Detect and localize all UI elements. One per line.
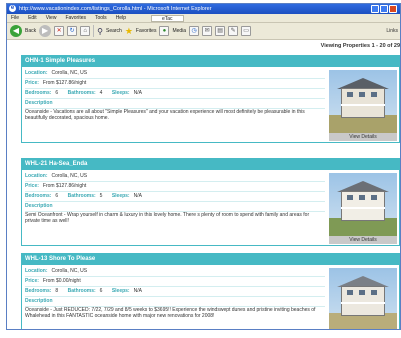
page-content: Viewing Properties 1 - 20 of 29 OHN-1 Si… bbox=[7, 41, 400, 329]
address-tag[interactable]: eTac bbox=[150, 15, 184, 22]
window-controls bbox=[371, 5, 397, 13]
description-text: Semi Oceanfront - Wrap yourself in charm… bbox=[25, 212, 310, 224]
bathrooms-label: Bathrooms: bbox=[67, 90, 96, 96]
sleeps-label: Sleeps: bbox=[111, 90, 130, 96]
ie-logo-icon: e bbox=[9, 5, 16, 12]
maximize-icon[interactable] bbox=[380, 5, 388, 13]
menu-edit[interactable]: Edit bbox=[28, 14, 37, 22]
sleeps-value: N/A bbox=[133, 193, 142, 199]
location-value: Corolla, NC, US bbox=[51, 268, 88, 274]
media-button[interactable]: Media bbox=[172, 28, 186, 34]
sleeps-value: N/A bbox=[133, 90, 142, 96]
listing-title[interactable]: WHL-21 Ha-Sea_Enda bbox=[22, 159, 399, 170]
bathrooms-value: 5 bbox=[99, 193, 103, 199]
back-arrow-icon[interactable]: ◀ bbox=[10, 25, 22, 37]
location-label: Location: bbox=[25, 173, 48, 179]
listing-card: WHL-21 Ha-Sea_Enda Location: Corolla, NC,… bbox=[21, 158, 400, 246]
forward-arrow-icon[interactable]: ▶ bbox=[39, 25, 52, 37]
title-bar: e http://www.vacationindex.com/listings_… bbox=[7, 4, 400, 14]
property-photo[interactable] bbox=[329, 173, 397, 236]
listing-title[interactable]: OHN-1 Simple Pleasures bbox=[22, 56, 399, 67]
description-text: Oceanside - Vacations are all about "Sim… bbox=[25, 109, 305, 121]
minimize-icon[interactable] bbox=[371, 5, 379, 13]
view-details-button[interactable]: View Details bbox=[329, 133, 397, 141]
search-button[interactable]: Search bbox=[106, 28, 122, 34]
location-value: Corolla, NC, US bbox=[51, 173, 88, 179]
toolbar-divider bbox=[93, 25, 95, 37]
menu-bar: File Edit View Favorites Tools Help eTac bbox=[7, 14, 400, 23]
location-label: Location: bbox=[25, 268, 48, 274]
location-label: Location: bbox=[25, 70, 48, 76]
price-label: Price: bbox=[25, 278, 39, 284]
viewing-count: Viewing Properties 1 - 20 of 29 bbox=[320, 43, 400, 49]
bathrooms-label: Bathrooms: bbox=[67, 288, 96, 294]
description-label: Description bbox=[25, 203, 53, 209]
price-label: Price: bbox=[25, 183, 39, 189]
favorites-button[interactable]: Favorites bbox=[136, 28, 157, 34]
menu-help[interactable]: Help bbox=[116, 14, 126, 22]
refresh-icon[interactable]: ↻ bbox=[67, 26, 78, 36]
property-photo[interactable] bbox=[329, 268, 397, 329]
back-label[interactable]: Back bbox=[25, 28, 36, 34]
stop-icon[interactable]: ✕ bbox=[54, 26, 65, 36]
listing-card: OHN-1 Simple Pleasures Location: Corolla,… bbox=[21, 55, 400, 143]
menu-file[interactable]: File bbox=[11, 14, 19, 22]
listing-info: Location: Corolla, NC, US Price: From $127… bbox=[25, 69, 325, 121]
bathrooms-value: 6 bbox=[99, 288, 103, 294]
price-value: From $127.86/night bbox=[42, 80, 87, 86]
sleeps-label: Sleeps: bbox=[111, 288, 130, 294]
edit-icon[interactable]: ✎ bbox=[228, 26, 239, 36]
listing-title[interactable]: WHL-13 Shore To Please bbox=[22, 254, 399, 265]
listing-info: Location: Corolla, NC, US Price: From $0.0… bbox=[25, 267, 325, 319]
mail-icon[interactable]: ✉ bbox=[202, 26, 213, 36]
bedrooms-value: 8 bbox=[55, 288, 59, 294]
property-photo[interactable] bbox=[329, 70, 397, 133]
description-label: Description bbox=[25, 100, 53, 106]
menu-tools[interactable]: Tools bbox=[95, 14, 107, 22]
history-icon[interactable]: ◷ bbox=[189, 26, 200, 36]
home-icon[interactable]: ⌂ bbox=[80, 26, 91, 36]
media-icon[interactable]: ● bbox=[159, 26, 170, 36]
description-text: Oceanside - Just REDUCED: 7/22, 7/29 and… bbox=[25, 307, 316, 319]
bedrooms-value: 6 bbox=[55, 193, 59, 199]
location-value: Corolla, NC, US bbox=[51, 70, 88, 76]
menu-view[interactable]: View bbox=[46, 14, 57, 22]
sleeps-value: N/A bbox=[133, 288, 142, 294]
search-icon[interactable]: ⚲ bbox=[97, 27, 103, 36]
browser-window: e http://www.vacationindex.com/listings_… bbox=[6, 3, 401, 330]
price-label: Price: bbox=[25, 80, 39, 86]
links-button[interactable]: Links bbox=[386, 28, 398, 34]
price-value: From $0.00/night bbox=[42, 278, 81, 284]
bedrooms-value: 6 bbox=[55, 90, 59, 96]
price-value: From $127.86/night bbox=[42, 183, 87, 189]
bathrooms-label: Bathrooms: bbox=[67, 193, 96, 199]
print-icon[interactable]: ▤ bbox=[215, 26, 226, 36]
sleeps-label: Sleeps: bbox=[111, 193, 130, 199]
bedrooms-label: Bedrooms: bbox=[25, 288, 52, 294]
bedrooms-label: Bedrooms: bbox=[25, 193, 52, 199]
bathrooms-value: 4 bbox=[99, 90, 103, 96]
bedrooms-label: Bedrooms: bbox=[25, 90, 52, 96]
favorites-icon[interactable]: ★ bbox=[125, 26, 133, 37]
folder-icon[interactable]: ▭ bbox=[241, 26, 252, 36]
description-label: Description bbox=[25, 298, 53, 304]
menu-favorites[interactable]: Favorites bbox=[65, 14, 86, 22]
window-title: http://www.vacationindex.com/listings_Co… bbox=[19, 6, 212, 12]
view-details-button[interactable]: View Details bbox=[329, 236, 397, 244]
listing-info: Location: Corolla, NC, US Price: From $127… bbox=[25, 172, 325, 224]
toolbar: ◀ Back ▶ ✕ ↻ ⌂ ⚲ Search ★ Favorites ● Me… bbox=[7, 23, 400, 40]
listing-card: WHL-13 Shore To Please Location: Corolla,… bbox=[21, 253, 400, 329]
close-icon[interactable] bbox=[389, 5, 397, 13]
